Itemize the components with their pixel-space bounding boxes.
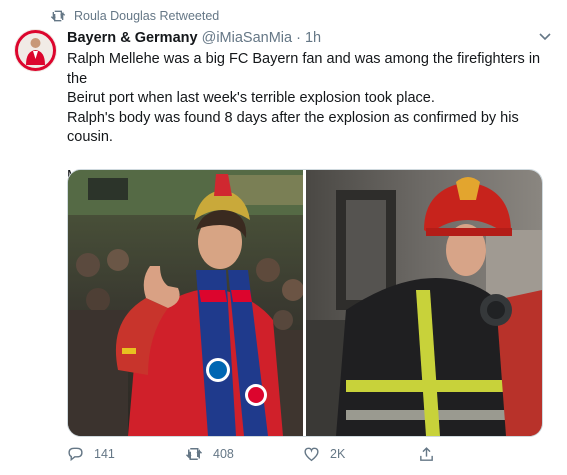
avatar[interactable] bbox=[14, 29, 57, 72]
tweet-text-line: Ralph Mellehe was a big FC Bayern fan an… bbox=[67, 51, 541, 87]
tweet-actions: 141 408 2K bbox=[67, 446, 467, 466]
reply-count: 141 bbox=[94, 447, 115, 461]
like-count: 2K bbox=[330, 447, 346, 461]
firefighter-photo[interactable] bbox=[306, 170, 542, 436]
reply-icon bbox=[68, 447, 83, 462]
author-name[interactable]: Bayern & Germany bbox=[67, 30, 198, 46]
tweet-media[interactable] bbox=[67, 169, 543, 437]
fan-photo[interactable] bbox=[68, 170, 303, 436]
retweet-count: 408 bbox=[213, 447, 234, 461]
heart-icon bbox=[304, 447, 319, 462]
retweet-indicator[interactable]: Roula Douglas Retweeted bbox=[50, 9, 219, 23]
chevron-down-icon[interactable] bbox=[538, 32, 552, 42]
retweet-icon bbox=[50, 10, 66, 22]
tweet-header: Bayern & Germany @iMiaSanMia · 1h bbox=[67, 30, 321, 46]
author-handle[interactable]: @iMiaSanMia bbox=[202, 30, 292, 46]
tweet-time[interactable]: 1h bbox=[305, 30, 321, 46]
retweet-icon bbox=[185, 448, 203, 460]
tweet-text: Ralph Mellehe was a big FC Bayern fan an… bbox=[67, 50, 547, 186]
tweet-text-line: Beirut port when last week's terrible ex… bbox=[67, 90, 435, 106]
retweet-label: Roula Douglas Retweeted bbox=[74, 9, 220, 23]
share-button[interactable] bbox=[418, 446, 445, 463]
separator-dot: · bbox=[296, 30, 301, 46]
tweet-text-line: cousin. bbox=[67, 129, 113, 145]
share-icon bbox=[420, 447, 433, 461]
like-button[interactable]: 2K bbox=[303, 446, 345, 462]
reply-button[interactable]: 141 bbox=[67, 446, 115, 462]
retweet-button[interactable]: 408 bbox=[185, 446, 234, 462]
tweet-text-line: Ralph's body was found 8 days after the … bbox=[67, 109, 519, 126]
